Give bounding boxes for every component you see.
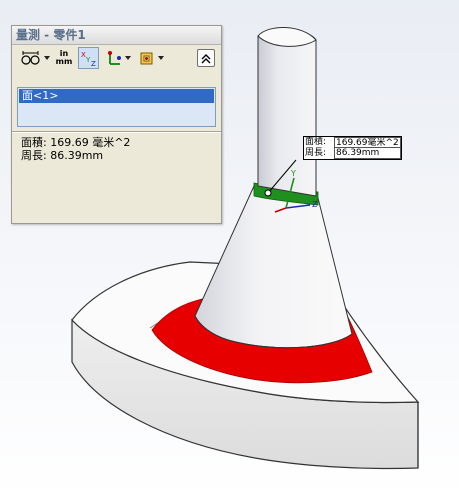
measure-results: 面積: 169.69 毫米^2 周長: 86.39mm bbox=[21, 136, 130, 162]
callout-area-label: 面積: bbox=[305, 137, 327, 147]
chevron-down-icon bbox=[124, 56, 131, 60]
arc-circle-options-icon bbox=[20, 51, 41, 65]
units-precision-button[interactable]: in mm bbox=[55, 47, 73, 69]
units-label-mm: mm bbox=[55, 57, 73, 66]
divider bbox=[12, 131, 221, 133]
measure-callout: 面積: 169.69毫米^2 周長: 86.39mm bbox=[303, 136, 402, 160]
chevron-down-icon bbox=[43, 56, 50, 60]
result-perimeter: 周長: 86.39mm bbox=[21, 149, 104, 162]
result-area: 面積: 169.69 毫米^2 bbox=[21, 136, 131, 149]
point-to-point-button[interactable] bbox=[104, 47, 132, 69]
svg-text:Y: Y bbox=[290, 169, 296, 178]
measure-panel: 量測 - 零件1 in mm X Y Z 面<1> 面積: 169.69 毫米^… bbox=[11, 25, 222, 224]
svg-text:Z: Z bbox=[91, 60, 96, 67]
chevron-down-icon bbox=[157, 56, 164, 60]
point-to-point-icon bbox=[106, 50, 122, 66]
callout-perimeter-value: 86.39mm bbox=[334, 148, 401, 159]
callout-perimeter-label: 周長: bbox=[305, 148, 327, 158]
selection-list[interactable]: 面<1> bbox=[17, 87, 216, 127]
collapse-button[interactable] bbox=[197, 49, 215, 67]
selection-item[interactable]: 面<1> bbox=[19, 89, 214, 103]
panel-title[interactable]: 量測 - 零件1 bbox=[12, 26, 221, 45]
callout-area-value: 169.69毫米^2 bbox=[334, 137, 401, 148]
measure-toolbar: in mm X Y Z bbox=[12, 45, 221, 71]
svg-text:Z: Z bbox=[312, 200, 318, 209]
collapse-icon bbox=[201, 49, 211, 68]
arc-circle-options-button[interactable] bbox=[18, 47, 52, 69]
show-xyz-measurements-icon: X Y Z bbox=[80, 49, 98, 67]
coordinate-system-button[interactable] bbox=[137, 47, 165, 69]
coordinate-system-icon bbox=[139, 50, 155, 66]
show-xyz-measurements-button[interactable]: X Y Z bbox=[78, 47, 99, 69]
